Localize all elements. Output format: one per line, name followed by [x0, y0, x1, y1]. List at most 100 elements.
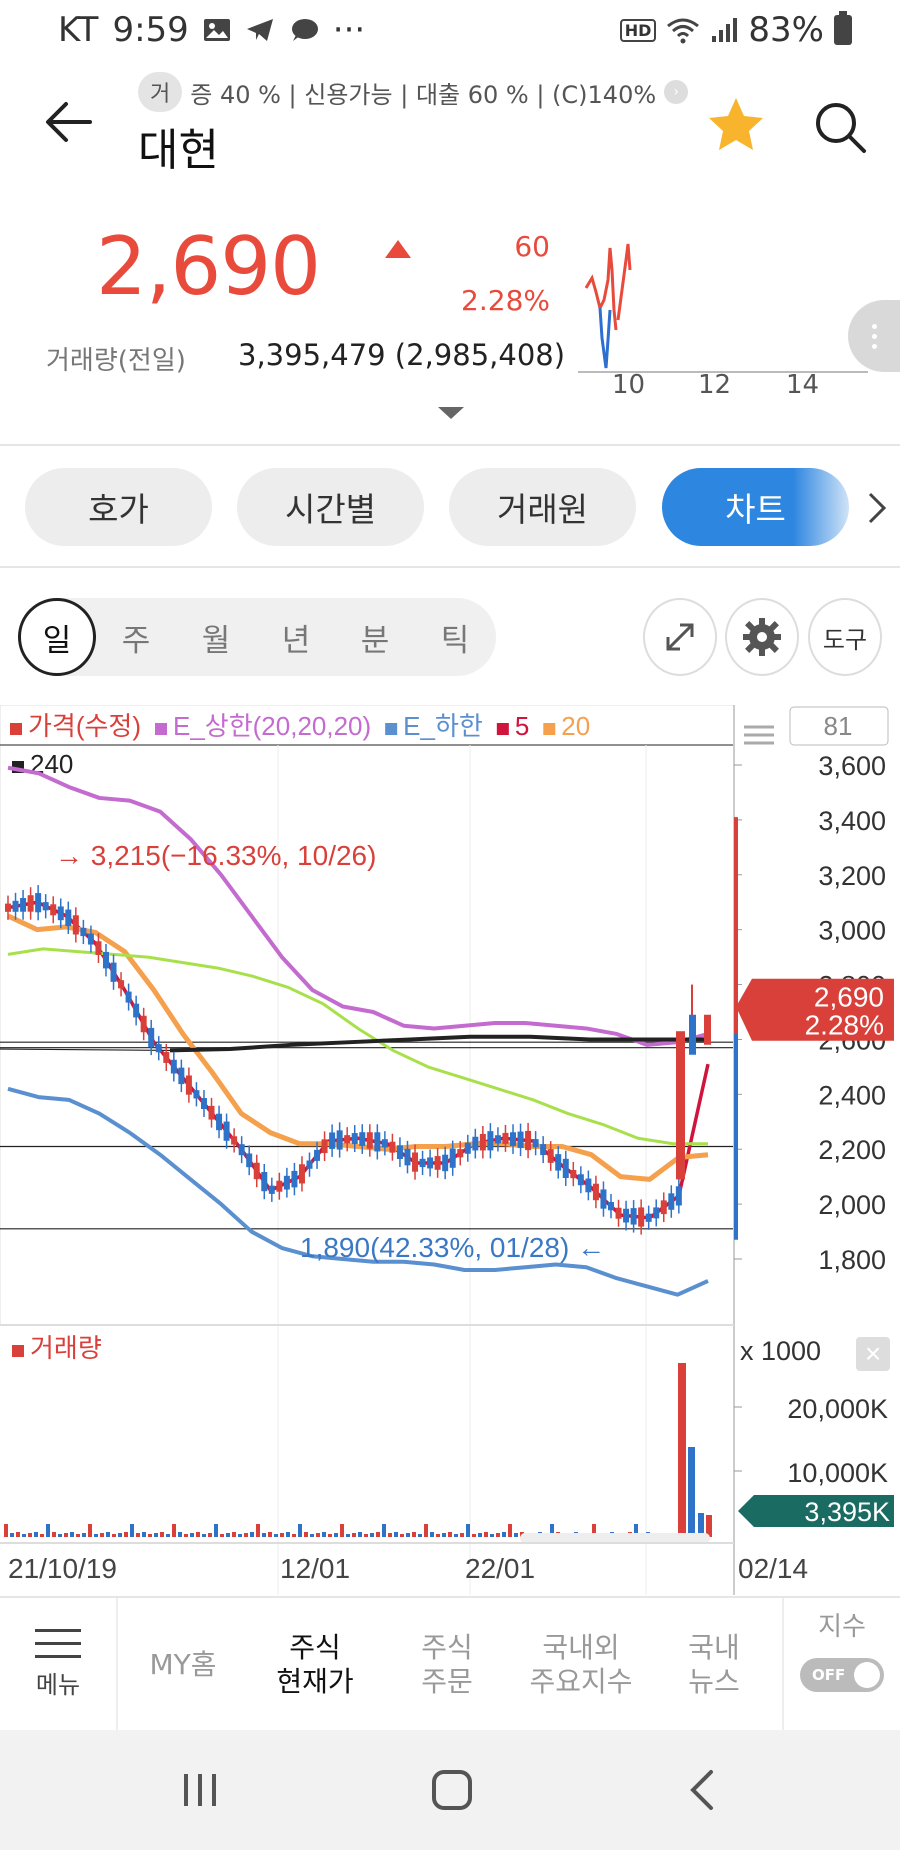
- volume-bar: [454, 1534, 458, 1537]
- market-badge: 거: [138, 72, 183, 112]
- nav-stock-order[interactable]: 주식 주문: [382, 1598, 512, 1732]
- candle-body: [555, 1154, 562, 1171]
- chevron-right-icon: ›: [664, 80, 689, 104]
- volume-bar: [394, 1532, 398, 1537]
- stock-tags[interactable]: 거 증 40 % | 신용가능 | 대출 60 % | (C)140% ›: [138, 72, 689, 112]
- low-annotation: 1,890(42.33%, 01/28) ←: [300, 1232, 605, 1263]
- candle-body: [329, 1132, 336, 1149]
- volume-bar: [172, 1524, 176, 1537]
- candle-body: [510, 1132, 517, 1146]
- nav-stock-quote[interactable]: 주식 현재가: [250, 1598, 380, 1732]
- divider: [0, 444, 900, 446]
- chart-canvas[interactable]: 가격(수정) E_상한(20,20,20) E_하한 5 20240 3,6003,400…: [0, 705, 900, 1595]
- candle-body: [653, 1207, 660, 1219]
- volume-bar: [16, 1532, 20, 1537]
- volume-bar: [370, 1533, 374, 1537]
- candle-body: [87, 933, 94, 945]
- home-icon[interactable]: [422, 1760, 482, 1820]
- volume-bar: [466, 1524, 470, 1537]
- candle-body: [5, 903, 11, 912]
- tab-time[interactable]: 시간별: [237, 468, 424, 546]
- nav-my-home[interactable]: MY홈: [118, 1598, 248, 1732]
- volume-bar: [286, 1532, 290, 1537]
- volume-bar: [430, 1532, 434, 1537]
- volume-bar: [418, 1534, 422, 1537]
- volume-bar: [400, 1534, 404, 1537]
- volume-bar: [40, 1534, 44, 1537]
- candle-body: [457, 1149, 464, 1158]
- mini-label-12: 12: [698, 370, 732, 400]
- volume-bar: [76, 1534, 80, 1537]
- volume-label: 거래량(전일): [46, 346, 186, 376]
- toggle-off-label: OFF: [812, 1666, 846, 1684]
- volume-bar: [94, 1534, 98, 1537]
- price-block: 2,690 60 2.28% 거래량(전일) 3,395,479 (2,985,…: [0, 190, 900, 440]
- volume-bar: [334, 1533, 338, 1537]
- volume-bar: [406, 1533, 410, 1537]
- volume-bar: [382, 1524, 386, 1537]
- search-icon[interactable]: [810, 97, 870, 157]
- candle-body: [487, 1131, 494, 1151]
- period-minute[interactable]: 분: [336, 598, 414, 676]
- x-tick-label: 02/14: [738, 1553, 808, 1584]
- y-tick-label: 3,200: [818, 861, 886, 891]
- volume-bar: [190, 1533, 194, 1537]
- period-day[interactable]: 일: [18, 598, 96, 676]
- tab-chart[interactable]: 차트: [662, 468, 849, 546]
- candle-body: [381, 1139, 388, 1148]
- volume-bar: [490, 1534, 494, 1537]
- volume-bar: [232, 1532, 236, 1537]
- header: 거 증 40 % | 신용가능 | 대출 60 % | (C)140% › 대현: [0, 62, 900, 182]
- period-tick[interactable]: 틱: [416, 598, 494, 676]
- y-tick-label: 2,200: [818, 1135, 886, 1165]
- candle-body: [336, 1130, 343, 1150]
- candle-body: [562, 1158, 569, 1179]
- candle-body: [442, 1154, 449, 1172]
- tab-broker[interactable]: 거래원: [449, 468, 636, 546]
- candle-body: [344, 1135, 351, 1144]
- volume-bar: [274, 1534, 278, 1537]
- volume-bar: [688, 1447, 695, 1537]
- candle-body: [668, 1193, 675, 1210]
- drawing-tools-button[interactable]: 도구: [808, 598, 882, 676]
- nav-my-home-label: MY홈: [149, 1648, 217, 1681]
- period-year[interactable]: 년: [257, 598, 335, 676]
- stock-chart[interactable]: 가격(수정) E_상한(20,20,20) E_하한 5 20 240 3,600 3,400…: [0, 705, 900, 1595]
- tab-orderbook[interactable]: 호가: [25, 468, 212, 546]
- volume-bar: [238, 1534, 242, 1537]
- chevron-right-icon[interactable]: [862, 490, 892, 526]
- index-toggle-switch[interactable]: OFF: [800, 1658, 884, 1692]
- candle-body: [178, 1067, 185, 1085]
- back-arrow-icon[interactable]: [40, 92, 100, 152]
- volume-bar: [46, 1524, 50, 1537]
- chart-settings-button[interactable]: [725, 598, 799, 676]
- volume-bar: [502, 1532, 506, 1537]
- volume-bar: [28, 1533, 32, 1537]
- nav-menu[interactable]: 메뉴: [0, 1598, 116, 1732]
- nav-index-toggle[interactable]: 지수 OFF: [784, 1598, 900, 1732]
- recent-apps-icon[interactable]: [170, 1760, 230, 1820]
- volume-bar: [196, 1532, 200, 1537]
- nav-news[interactable]: 국내 뉴스: [650, 1598, 778, 1732]
- candle-body: [517, 1131, 524, 1149]
- candle-body: [133, 1003, 140, 1018]
- candle-body: [246, 1153, 253, 1168]
- candle-body: [42, 902, 49, 911]
- candle-body: [50, 904, 57, 916]
- volume-bar: [388, 1533, 392, 1537]
- volume-bar: [304, 1532, 308, 1537]
- fullscreen-button[interactable]: [643, 598, 717, 676]
- period-week[interactable]: 주: [97, 598, 175, 676]
- candle-body: [238, 1144, 245, 1156]
- detail-tabs: 호가 시간별 거래원 차트: [0, 468, 900, 548]
- candle-body: [170, 1059, 177, 1074]
- favorite-star-icon[interactable]: [705, 94, 767, 156]
- candle-body: [434, 1156, 441, 1170]
- period-month[interactable]: 월: [177, 598, 255, 676]
- candle-body: [283, 1175, 290, 1190]
- volume-bar: [88, 1524, 92, 1537]
- back-icon[interactable]: [675, 1760, 735, 1820]
- expand-caret-icon[interactable]: [438, 407, 464, 419]
- candle-body: [464, 1142, 471, 1154]
- nav-indices[interactable]: 국내외 주요지수: [514, 1598, 648, 1732]
